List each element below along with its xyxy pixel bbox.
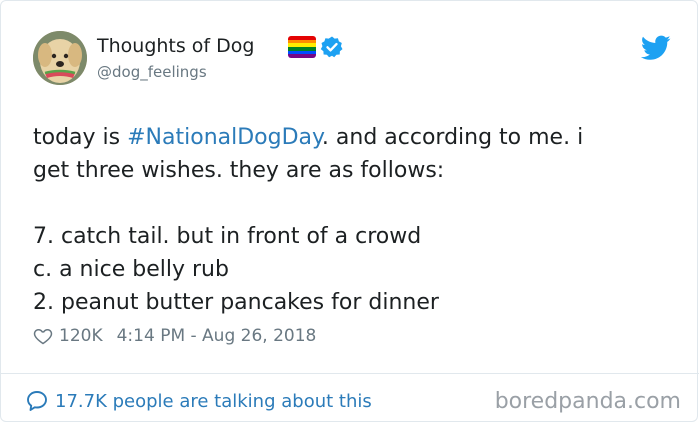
wish-item: 2. peanut butter pancakes for dinner [33, 290, 439, 315]
rainbow-flag-icon [288, 36, 316, 58]
author-name[interactable]: Thoughts of Dog [97, 35, 254, 57]
tweet-card: Thoughts of Dog @dog_feelings today is #… [0, 0, 699, 422]
talking-label: 17.7K people are talking about this [55, 390, 372, 412]
heart-icon[interactable] [33, 326, 53, 346]
hashtag-link[interactable]: #NationalDogDay [127, 125, 322, 150]
verified-badge-icon [320, 36, 343, 58]
tweet-meta: 120K 4:14 PM - Aug 26, 2018 [33, 323, 316, 349]
like-count[interactable]: 120K [59, 326, 103, 346]
dog-avatar-icon[interactable] [33, 31, 87, 85]
tweet-text-segment: today is [33, 125, 128, 150]
author-handle[interactable]: @dog_feelings [97, 63, 207, 81]
wish-item: 7. catch tail. but in front of a crowd [33, 224, 422, 249]
talking-link[interactable]: 17.7K people are talking about this [25, 388, 372, 414]
tweet-timestamp[interactable]: 4:14 PM - Aug 26, 2018 [117, 326, 317, 346]
tweet-line-1: today is #NationalDogDay. and according … [33, 121, 673, 154]
twitter-bird-icon[interactable] [641, 35, 671, 61]
wish-item: c. a nice belly rub [33, 257, 229, 282]
tweet-text-segment: . and according to me. i [321, 125, 584, 150]
tweet-line-2: get three wishes. they are as follows: [33, 158, 445, 183]
tweet-body: today is #NationalDogDay. and according … [33, 121, 673, 319]
divider [1, 373, 699, 374]
speech-bubble-icon [27, 391, 47, 411]
watermark: boredpanda.com [494, 389, 681, 414]
